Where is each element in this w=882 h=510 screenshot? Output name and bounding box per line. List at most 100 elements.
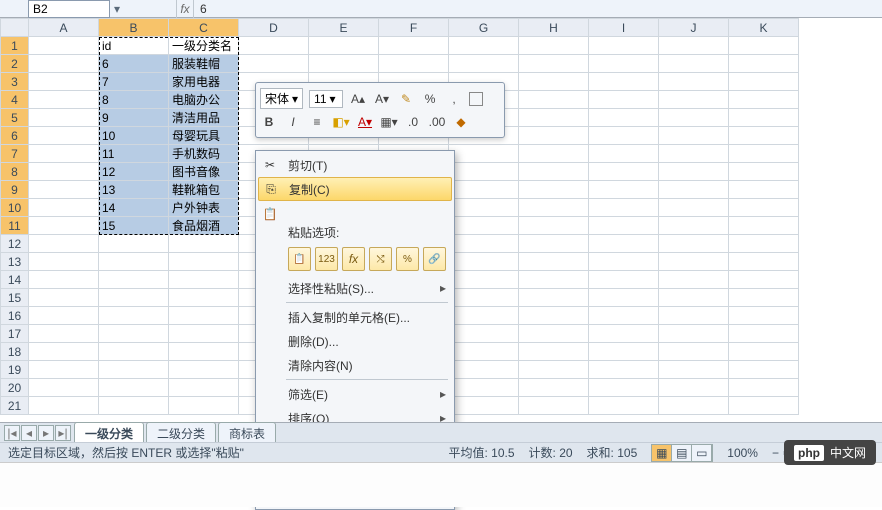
row-header[interactable]: 5 [1,109,29,127]
row-header[interactable]: 7 [1,145,29,163]
cell[interactable] [659,217,729,235]
cell[interactable] [729,91,799,109]
cell[interactable] [29,379,99,397]
format-painter-icon[interactable]: ✎ [397,90,415,108]
cell[interactable]: 服装鞋帽 [169,55,239,73]
cell[interactable] [519,199,589,217]
row-header[interactable]: 16 [1,307,29,325]
row-header[interactable]: 3 [1,73,29,91]
cell[interactable] [449,253,519,271]
borders-dropdown-icon[interactable]: ▦▾ [380,113,398,131]
align-center-icon[interactable]: ≡ [308,113,326,131]
cell[interactable] [519,379,589,397]
cell[interactable] [29,199,99,217]
paste-formulas-button[interactable]: fx [342,247,365,271]
cell[interactable] [99,397,169,415]
cell[interactable] [589,361,659,379]
cell[interactable] [29,163,99,181]
cell[interactable] [519,55,589,73]
cell[interactable] [729,145,799,163]
cell[interactable] [449,145,519,163]
menu-copy[interactable]: ⎘复制(C) [258,177,452,201]
row-header[interactable]: 19 [1,361,29,379]
cell[interactable] [99,235,169,253]
cell[interactable] [99,325,169,343]
cell[interactable] [519,343,589,361]
cell[interactable] [379,37,449,55]
cell[interactable] [29,343,99,361]
cell[interactable] [449,181,519,199]
row-header[interactable]: 14 [1,271,29,289]
cell[interactable] [29,325,99,343]
row-header[interactable]: 12 [1,235,29,253]
select-all-corner[interactable] [1,19,29,37]
cell[interactable]: 12 [99,163,169,181]
cell[interactable] [99,343,169,361]
cell[interactable] [589,127,659,145]
increase-decimal-icon[interactable]: .00 [428,113,446,131]
cell[interactable] [519,397,589,415]
cell[interactable]: 家用电器 [169,73,239,91]
paste-link-button[interactable]: 🔗 [423,247,446,271]
cell[interactable] [659,163,729,181]
cell[interactable] [519,271,589,289]
cell[interactable] [519,181,589,199]
view-normal-icon[interactable]: ▦ [652,445,672,461]
row-header[interactable]: 20 [1,379,29,397]
cell[interactable] [589,181,659,199]
tab-next-icon[interactable]: ▸ [38,425,54,441]
cell[interactable] [29,109,99,127]
borders-icon[interactable] [469,92,483,106]
cell[interactable]: 一级分类名 [169,37,239,55]
tab-last-icon[interactable]: ▸| [55,425,71,441]
cell[interactable] [29,289,99,307]
column-header[interactable]: I [589,19,659,37]
name-box[interactable]: B2 [28,0,110,18]
cell[interactable] [449,289,519,307]
column-header[interactable]: K [729,19,799,37]
cell[interactable] [449,397,519,415]
cell[interactable] [589,235,659,253]
cell[interactable] [519,145,589,163]
cell[interactable] [29,145,99,163]
cell[interactable] [519,253,589,271]
cell[interactable] [169,361,239,379]
cell[interactable] [659,235,729,253]
cell[interactable] [589,217,659,235]
cell[interactable] [589,199,659,217]
cell[interactable] [169,343,239,361]
cell[interactable]: 母婴玩具 [169,127,239,145]
cell[interactable] [729,37,799,55]
cell[interactable] [29,253,99,271]
row-header[interactable]: 10 [1,199,29,217]
cell[interactable] [729,379,799,397]
paste-transpose-button[interactable]: ⤭ [369,247,392,271]
shrink-font-icon[interactable]: A▾ [373,90,391,108]
tab-first-icon[interactable]: |◂ [4,425,20,441]
cell[interactable] [729,109,799,127]
cell[interactable] [449,55,519,73]
cell[interactable]: 8 [99,91,169,109]
cell[interactable] [519,91,589,109]
cell[interactable] [519,109,589,127]
row-header[interactable]: 6 [1,127,29,145]
cell[interactable] [659,91,729,109]
menu-delete[interactable]: 删除(D)... [258,329,452,353]
cell[interactable] [239,55,309,73]
cell[interactable] [29,235,99,253]
row-header[interactable]: 9 [1,181,29,199]
fx-icon[interactable]: fx [176,0,194,18]
cell[interactable] [659,271,729,289]
cell[interactable] [519,37,589,55]
cell[interactable] [589,37,659,55]
cell[interactable]: 11 [99,145,169,163]
column-header[interactable]: J [659,19,729,37]
cell[interactable] [99,271,169,289]
decrease-decimal-icon[interactable]: .0 [404,113,422,131]
cell[interactable] [589,91,659,109]
cell[interactable] [729,397,799,415]
cell[interactable] [729,55,799,73]
cell[interactable] [519,325,589,343]
cell[interactable] [659,127,729,145]
italic-button[interactable]: I [284,113,302,131]
